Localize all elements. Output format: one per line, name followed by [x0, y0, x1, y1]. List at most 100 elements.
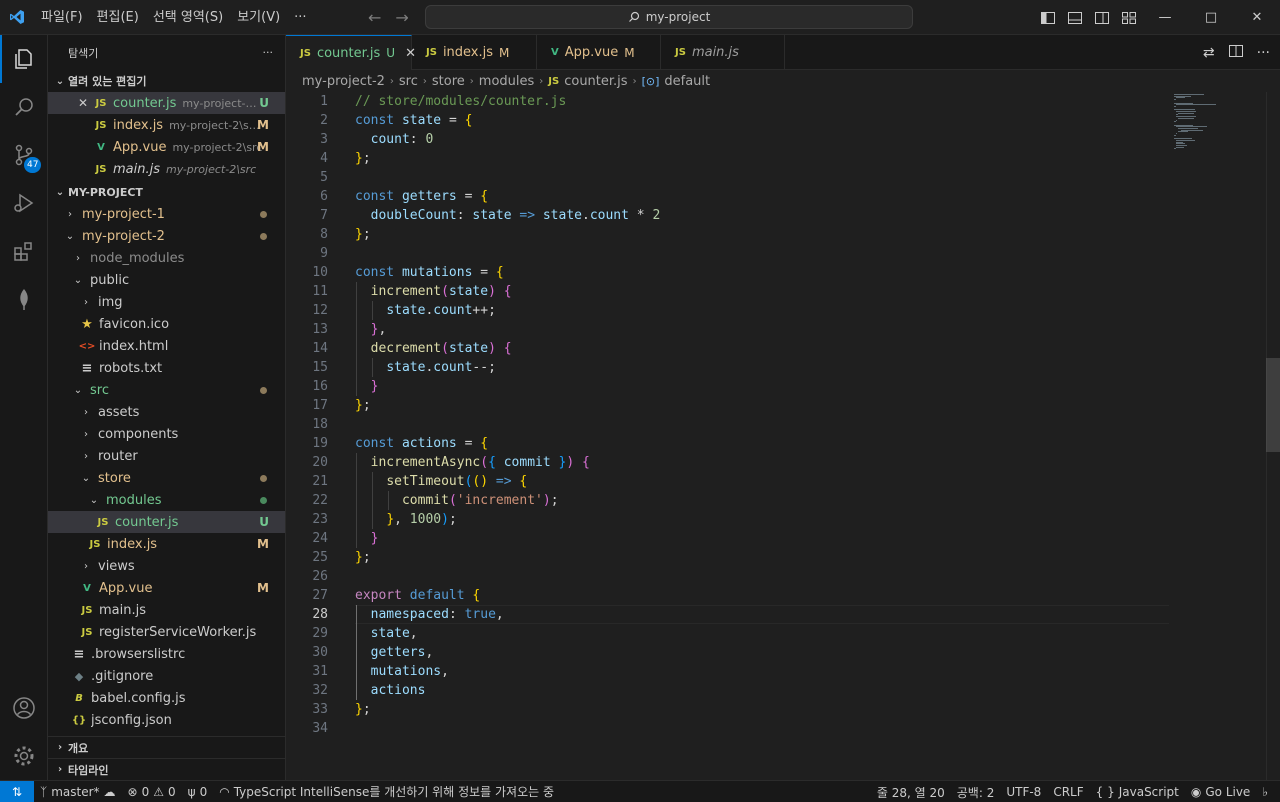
- more-actions-icon[interactable]: ···: [263, 46, 274, 59]
- remote-indicator-icon[interactable]: ⇅: [0, 780, 34, 802]
- menu-edit[interactable]: 편집(E): [90, 0, 146, 35]
- code-line[interactable]: 29 state,: [286, 624, 1170, 643]
- account-icon[interactable]: [0, 684, 48, 732]
- toggle-secondary-sidebar-icon[interactable]: [1088, 0, 1115, 35]
- code-line[interactable]: 2 const state = {: [286, 111, 1170, 130]
- mongodb-leaf-icon[interactable]: [0, 275, 48, 323]
- code-line[interactable]: 15 state.count--;: [286, 358, 1170, 377]
- code-line[interactable]: 11 increment(state) {: [286, 282, 1170, 301]
- cursor-position[interactable]: 줄 28, 열 20: [871, 784, 951, 801]
- notifications-bell-icon[interactable]: ♭: [1256, 785, 1274, 799]
- file-item[interactable]: ◆ .gitignore: [48, 665, 285, 687]
- back-arrow-icon[interactable]: ←: [368, 8, 381, 27]
- indentation[interactable]: 공백: 2: [951, 784, 1001, 801]
- code-line[interactable]: 7 doubleCount: state => state.count * 2: [286, 206, 1170, 225]
- tab-app-vue[interactable]: V App.vue M: [537, 35, 661, 70]
- menu-view[interactable]: 보기(V): [230, 0, 287, 35]
- more-actions-icon[interactable]: ···: [1257, 45, 1270, 61]
- code-line[interactable]: 13 },: [286, 320, 1170, 339]
- file-item[interactable]: V App.vue M: [48, 577, 285, 599]
- menu-more[interactable]: ···: [287, 0, 313, 35]
- scrollbar-thumb[interactable]: [1266, 358, 1280, 452]
- project-header[interactable]: ⌄ MY-PROJECT: [48, 181, 285, 203]
- code-line[interactable]: 9: [286, 244, 1170, 263]
- code-line[interactable]: 26: [286, 567, 1170, 586]
- encoding[interactable]: UTF-8: [1000, 785, 1047, 799]
- breadcrumb-item[interactable]: store: [432, 74, 465, 89]
- open-editors-header[interactable]: ⌄ 열려 있는 편집기: [48, 70, 285, 92]
- code-line[interactable]: 5: [286, 168, 1170, 187]
- file-item[interactable]: ≡ .browserslistrc: [48, 643, 285, 665]
- open-editor-item[interactable]: JS index.js my-project-2\sr... M: [48, 114, 285, 136]
- code-line[interactable]: 30 getters,: [286, 643, 1170, 662]
- run-debug-icon[interactable]: [0, 179, 48, 227]
- split-editor-icon[interactable]: [1228, 44, 1243, 61]
- breadcrumb-item[interactable]: counter.js: [564, 74, 627, 89]
- menu-selection[interactable]: 선택 영역(S): [146, 0, 230, 35]
- code-line[interactable]: 20 incrementAsync({ commit }) {: [286, 453, 1170, 472]
- code-line[interactable]: 19 const actions = {: [286, 434, 1170, 453]
- sync-icon[interactable]: ☁: [104, 785, 116, 799]
- minimize-icon[interactable]: —: [1142, 0, 1188, 35]
- language-mode[interactable]: { } JavaScript: [1090, 785, 1185, 799]
- file-item[interactable]: JS registerServiceWorker.js: [48, 621, 285, 643]
- breadcrumb-item[interactable]: my-project-2: [302, 74, 385, 89]
- forward-arrow-icon[interactable]: →: [395, 8, 408, 27]
- code-line[interactable]: 27 export default {: [286, 586, 1170, 605]
- tab-main-js[interactable]: JS main.js: [661, 35, 785, 70]
- tab-counter-js[interactable]: JS counter.js U ✕: [286, 35, 416, 70]
- problems-status[interactable]: ⊗ 0 ⚠ 0: [122, 785, 182, 799]
- folder-item[interactable]: › img: [48, 291, 285, 313]
- folder-item[interactable]: › router: [48, 445, 285, 467]
- folder-item[interactable]: › components: [48, 423, 285, 445]
- menu-file[interactable]: 파일(F): [34, 0, 90, 35]
- code-line[interactable]: 28 namespaced: true,: [286, 605, 1170, 624]
- code-line[interactable]: 25};: [286, 548, 1170, 567]
- close-icon[interactable]: ✕: [74, 96, 92, 110]
- extensions-icon[interactable]: [0, 227, 48, 275]
- folder-item[interactable]: ⌄ public: [48, 269, 285, 291]
- code-line[interactable]: 21 setTimeout(() => {: [286, 472, 1170, 491]
- manage-gear-icon[interactable]: [0, 732, 48, 780]
- toggle-primary-sidebar-icon[interactable]: [1034, 0, 1061, 35]
- code-line[interactable]: 33};: [286, 700, 1170, 719]
- file-item[interactable]: Bbabel.config.js: [48, 687, 285, 709]
- folder-item[interactable]: ⌄ my-project-2: [48, 225, 285, 247]
- branch-status[interactable]: ᛉ master* ☁: [34, 785, 122, 799]
- breadcrumb-item[interactable]: modules: [479, 74, 535, 89]
- code-line[interactable]: 17};: [286, 396, 1170, 415]
- code-line[interactable]: 23 }, 1000);: [286, 510, 1170, 529]
- code-line[interactable]: 6 const getters = {: [286, 187, 1170, 206]
- folder-item[interactable]: › my-project-1: [48, 203, 285, 225]
- file-item[interactable]: JS main.js: [48, 599, 285, 621]
- editor-scrollbar[interactable]: [1266, 92, 1280, 780]
- ports-status[interactable]: ψ 0: [182, 785, 214, 799]
- outline-header[interactable]: › 개요: [48, 736, 286, 758]
- source-control-icon[interactable]: 47: [0, 131, 48, 179]
- close-window-icon[interactable]: ✕: [1234, 0, 1280, 35]
- folder-item[interactable]: ⌄ store: [48, 467, 285, 489]
- file-item[interactable]: <> index.html: [48, 335, 285, 357]
- code-line[interactable]: 22 commit('increment');: [286, 491, 1170, 510]
- open-editor-item[interactable]: ✕ JS counter.js my-project-2... U: [48, 92, 285, 114]
- open-editor-item[interactable]: JS main.js my-project-2\src: [48, 158, 285, 180]
- code-line[interactable]: 18: [286, 415, 1170, 434]
- file-item-selected[interactable]: JS counter.js U: [48, 511, 285, 533]
- code-line[interactable]: 24 }: [286, 529, 1170, 548]
- folder-item[interactable]: ⌄ src: [48, 379, 285, 401]
- explorer-icon[interactable]: [0, 35, 48, 83]
- code-line[interactable]: 14 decrement(state) {: [286, 339, 1170, 358]
- folder-item[interactable]: ⌄ modules: [48, 489, 285, 511]
- file-item[interactable]: JS index.js M: [48, 533, 285, 555]
- line-ending[interactable]: CRLF: [1047, 785, 1089, 799]
- code-line[interactable]: 1 // store/modules/counter.js: [286, 92, 1170, 111]
- file-item[interactable]: ★ favicon.ico: [48, 313, 285, 335]
- code-editor[interactable]: 1 // store/modules/counter.js 2 const state…: [286, 92, 1280, 780]
- breadcrumb-item[interactable]: default: [664, 74, 710, 89]
- customize-layout-icon[interactable]: [1115, 0, 1142, 35]
- code-line[interactable]: 12 state.count++;: [286, 301, 1170, 320]
- code-line[interactable]: 10 const mutations = {: [286, 263, 1170, 282]
- minimap[interactable]: [1174, 92, 1252, 152]
- open-editor-item[interactable]: V App.vue my-project-2\src M: [48, 136, 285, 158]
- code-line[interactable]: 34: [286, 719, 1170, 738]
